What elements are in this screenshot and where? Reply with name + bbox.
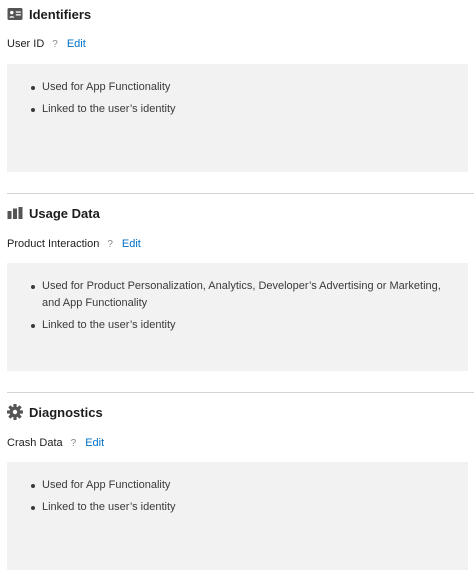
help-icon[interactable]: ?: [107, 239, 113, 250]
list-item: Linked to the user’s identity: [31, 499, 451, 516]
help-icon[interactable]: ?: [52, 39, 58, 50]
purpose-box: Used for App Functionality Linked to the…: [7, 64, 468, 172]
help-icon[interactable]: ?: [71, 438, 77, 449]
data-type-label: Product Interaction: [7, 238, 100, 250]
edit-link[interactable]: Edit: [122, 238, 141, 250]
list-item: Linked to the user’s identity: [31, 317, 451, 334]
purpose-list: Used for Product Personalization, Analyt…: [31, 278, 451, 334]
list-item: Used for Product Personalization, Analyt…: [31, 278, 451, 312]
list-item: Used for App Functionality: [31, 79, 451, 96]
bar-chart-icon: [7, 207, 23, 219]
list-item: Used for App Functionality: [31, 477, 451, 494]
section-divider: [7, 193, 474, 194]
section-header: Diagnostics: [7, 402, 103, 422]
gear-icon: [7, 404, 23, 420]
section-title: Diagnostics: [29, 404, 103, 420]
section-title: Usage Data: [29, 205, 100, 221]
data-type-row: Product Interaction ? Edit: [7, 236, 141, 252]
data-type-row: Crash Data ? Edit: [7, 435, 104, 451]
section-divider: [7, 392, 474, 393]
purpose-box: Used for Product Personalization, Analyt…: [7, 263, 468, 371]
data-type-label: Crash Data: [7, 437, 63, 449]
data-type-label: User ID: [7, 38, 45, 50]
purpose-box: Used for App Functionality Linked to the…: [7, 462, 468, 570]
purpose-list: Used for App Functionality Linked to the…: [31, 477, 451, 516]
data-type-row: User ID ? Edit: [7, 36, 86, 52]
section-header: Identifiers: [7, 4, 91, 24]
section-title: Identifiers: [29, 6, 92, 22]
id-card-icon: [7, 8, 23, 20]
list-item: Linked to the user’s identity: [31, 101, 451, 118]
purpose-list: Used for App Functionality Linked to the…: [31, 79, 451, 118]
edit-link[interactable]: Edit: [67, 38, 86, 50]
section-header: Usage Data: [7, 203, 100, 223]
edit-link[interactable]: Edit: [85, 437, 104, 449]
